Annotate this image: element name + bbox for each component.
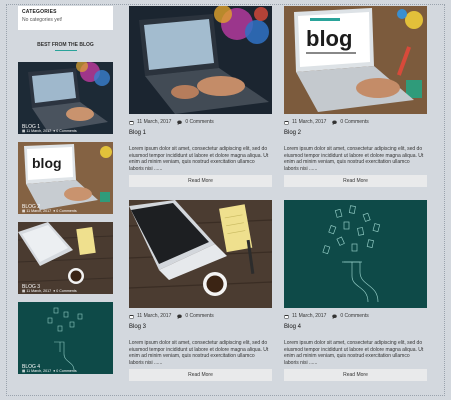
sidebar-post-card-1[interactable]: BLOG 1 ▦ 11 March, 2017 ● 0 Comments — [18, 62, 113, 134]
post-comments[interactable]: 0 Comments — [340, 119, 368, 125]
post-date: 11 March, 2017 — [292, 313, 327, 319]
blog-logo-text: blog — [32, 155, 62, 171]
post-card-4: 11 March, 2017 0 Comments Blog 4 Lorem i… — [284, 200, 427, 382]
post-meta: 11 March, 2017 0 Comments — [284, 313, 427, 319]
best-from-blog-title: BEST FROM THE BLOG — [37, 42, 94, 48]
post-comments[interactable]: 0 Comments — [185, 313, 213, 319]
post-image[interactable] — [284, 200, 427, 308]
post-image[interactable] — [129, 6, 272, 114]
sidebar-card-meta: ▦ 11 March, 2017 ● 0 Comments — [22, 129, 77, 133]
sidebar-card-meta: ▦ 11 March, 2017 ● 0 Comments — [22, 209, 77, 213]
sidebar-post-card-4[interactable]: BLOG 4 ▦ 11 March, 2017 ● 0 Comments — [18, 302, 113, 374]
post-title[interactable]: Blog 2 — [284, 130, 427, 136]
post-date: 11 March, 2017 — [137, 119, 172, 125]
read-more-button[interactable]: Read More — [284, 175, 427, 188]
sidebar-post-card-2[interactable]: blog BLOG 2 ▦ 11 March, 2017 ● 0 Comment… — [18, 142, 113, 214]
post-meta: 11 March, 2017 0 Comments — [129, 313, 272, 319]
post-meta: 11 March, 2017 0 Comments — [129, 119, 272, 125]
sidebar-post-card-3[interactable]: BLOG 3 ▦ 11 March, 2017 ● 0 Comments — [18, 222, 113, 294]
laptop-typing-photo — [129, 6, 272, 114]
post-card-1: 11 March, 2017 0 Comments Blog 1 Lorem i… — [129, 6, 272, 188]
blog-laptop-photo: blog — [284, 6, 427, 114]
categories-widget: CATEGORIES No categories yet! — [18, 6, 113, 30]
post-comments[interactable]: 0 Comments — [185, 119, 213, 125]
post-date: 11 March, 2017 — [137, 313, 172, 319]
comment-icon — [332, 314, 338, 319]
post-date: 11 March, 2017 — [292, 119, 327, 125]
comment-icon — [332, 120, 338, 125]
post-card-3: 11 March, 2017 0 Comments Blog 3 Lorem i… — [129, 200, 272, 382]
calendar-icon — [129, 314, 134, 318]
post-excerpt: Lorem ipsum dolor sit amet, consectetur … — [284, 340, 424, 366]
teal-illustration-photo — [284, 200, 427, 308]
blog-logo-text: blog — [306, 26, 352, 51]
calendar-icon — [284, 314, 289, 318]
read-more-button[interactable]: Read More — [129, 175, 272, 188]
post-image[interactable] — [129, 200, 272, 308]
post-comments[interactable]: 0 Comments — [340, 313, 368, 319]
read-more-button[interactable]: Read More — [129, 369, 272, 382]
sidebar-card-meta: ▦ 11 March, 2017 ● 0 Comments — [22, 289, 77, 293]
post-excerpt: Lorem ipsum dolor sit amet, consectetur … — [129, 340, 269, 366]
post-card-2: blog 11 March, 2017 0 Comments Blog 2 Lo… — [284, 6, 427, 188]
comment-icon — [177, 314, 183, 319]
post-meta: 11 March, 2017 0 Comments — [284, 119, 427, 125]
calendar-icon — [284, 120, 289, 124]
read-more-button[interactable]: Read More — [284, 369, 427, 382]
sidebar-card-meta: ▦ 11 March, 2017 ● 0 Comments — [22, 369, 77, 373]
post-excerpt: Lorem ipsum dolor sit amet, consectetur … — [129, 146, 269, 172]
calendar-icon — [129, 120, 134, 124]
title-underline — [55, 50, 77, 51]
categories-empty-text: No categories yet! — [22, 17, 63, 23]
comment-icon — [177, 120, 183, 125]
post-title[interactable]: Blog 3 — [129, 324, 272, 330]
post-title[interactable]: Blog 1 — [129, 130, 272, 136]
post-image[interactable]: blog — [284, 6, 427, 114]
post-title[interactable]: Blog 4 — [284, 324, 427, 330]
categories-title: CATEGORIES — [22, 9, 57, 15]
wood-desk-laptop-photo — [129, 200, 272, 308]
post-excerpt: Lorem ipsum dolor sit amet, consectetur … — [284, 146, 424, 172]
